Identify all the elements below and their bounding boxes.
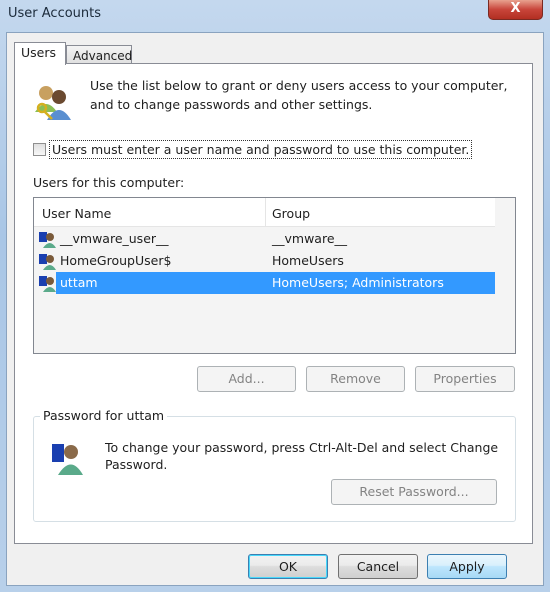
table-row-selected[interactable]: uttam HomeUsers; Administrators — [34, 272, 495, 294]
remove-user-button[interactable]: Remove — [306, 366, 405, 392]
add-user-button[interactable]: Add... — [197, 366, 296, 392]
users-table[interactable]: User Name Group __vmware_user__ __vmware… — [33, 197, 516, 354]
user-icon — [39, 232, 56, 248]
table-header: User Name Group — [34, 198, 495, 227]
properties-button[interactable]: Properties — [415, 366, 515, 392]
window-title: User Accounts — [8, 6, 102, 21]
apply-button[interactable]: Apply — [427, 554, 507, 579]
user-group: __vmware__ — [272, 231, 348, 246]
user-icon — [39, 254, 56, 270]
user-icon — [39, 276, 56, 292]
user-group: HomeUsers — [272, 253, 344, 268]
login-required-checkbox[interactable] — [33, 143, 46, 156]
user-name: HomeGroupUser$ — [60, 253, 172, 268]
users-keys-icon — [35, 86, 71, 120]
users-list-label: Users for this computer: — [33, 175, 185, 190]
cancel-button[interactable]: Cancel — [338, 554, 418, 579]
user-group: HomeUsers; Administrators — [272, 275, 444, 290]
intro-line-1: Use the list below to grant or deny user… — [90, 78, 508, 93]
tab-users[interactable]: Users — [14, 42, 66, 65]
column-divider[interactable] — [265, 198, 266, 226]
user-name: __vmware_user__ — [60, 231, 169, 246]
password-group-title: Password for uttam — [40, 408, 168, 423]
password-info-line-1: To change your password, press Ctrl-Alt-… — [105, 440, 499, 455]
table-row[interactable]: HomeGroupUser$ HomeUsers — [34, 250, 495, 272]
close-button[interactable]: X — [488, 0, 543, 20]
user-name: uttam — [60, 275, 98, 290]
password-info-line-2: Password. — [105, 457, 168, 472]
user-password-icon — [52, 444, 83, 475]
intro-line-2: and to change passwords and other settin… — [90, 97, 373, 112]
login-required-label[interactable]: Users must enter a user name and passwor… — [49, 140, 473, 159]
reset-password-button[interactable]: Reset Password... — [331, 479, 497, 505]
table-row[interactable]: __vmware_user__ __vmware__ — [34, 228, 495, 250]
ok-button[interactable]: OK — [248, 554, 328, 579]
column-header-user-name[interactable]: User Name — [42, 206, 111, 221]
column-header-group[interactable]: Group — [272, 206, 310, 221]
